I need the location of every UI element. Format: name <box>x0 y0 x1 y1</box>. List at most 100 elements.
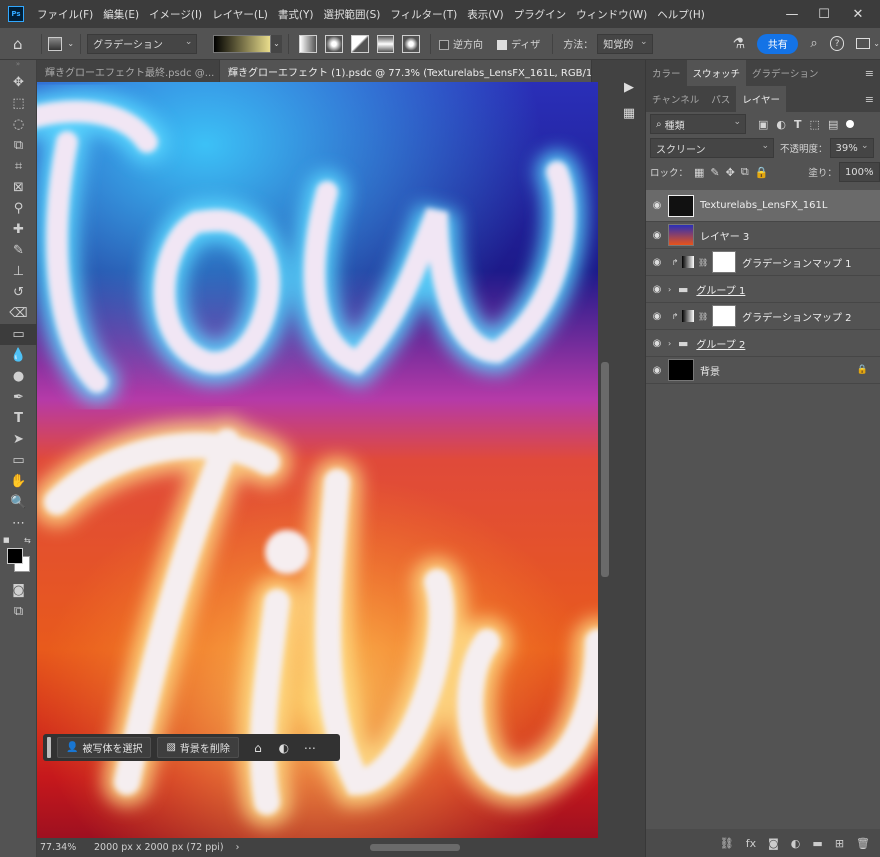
panel-menu-icon[interactable]: ≡ <box>865 93 874 106</box>
document-canvas[interactable] <box>37 82 598 838</box>
search-icon[interactable]: ⌕ <box>810 36 817 51</box>
workspace-icon[interactable] <box>856 38 871 49</box>
adjustment-icon[interactable]: ◐ <box>271 737 297 758</box>
marquee-tool-icon[interactable]: ⬚ <box>0 93 37 114</box>
menu-edit[interactable]: 編集(E) <box>98 7 144 22</box>
more-tools-icon[interactable]: ⋯ <box>0 513 37 534</box>
filter-toggle-icon[interactable] <box>846 120 855 128</box>
shape-filter-icon[interactable]: ⬚ <box>810 118 820 131</box>
pen-tool-icon[interactable]: ✒ <box>0 387 37 408</box>
eye-icon[interactable]: ◉ <box>646 338 668 349</box>
eye-icon[interactable]: ◉ <box>646 284 668 295</box>
status-menu-arrow[interactable]: › <box>236 842 240 853</box>
hand-tool-icon[interactable]: ✋ <box>0 471 37 492</box>
eye-icon[interactable]: ◉ <box>646 365 668 376</box>
eye-icon[interactable]: ◉ <box>646 311 668 322</box>
new-group-icon[interactable]: ▬ <box>812 837 822 850</box>
fx-icon[interactable]: fx <box>746 837 756 850</box>
tab-swatches[interactable]: スウォッチ <box>686 60 747 86</box>
lock-position-icon[interactable]: ✥ <box>726 166 735 179</box>
type-filter-icon[interactable]: T <box>794 118 802 131</box>
add-mask-icon[interactable]: ◙ <box>768 837 779 850</box>
eraser-tool-icon[interactable]: ⌫ <box>0 303 37 324</box>
layer-row[interactable]: ◉ › ▬ グループ 1 <box>646 276 880 303</box>
object-select-tool-icon[interactable]: ⧉ <box>0 135 37 156</box>
blur-tool-icon[interactable]: 💧 <box>0 345 37 366</box>
pixel-filter-icon[interactable]: ▣ <box>758 118 768 131</box>
fill-field[interactable]: 100% ⌄ <box>838 162 880 182</box>
lock-all-icon[interactable]: 🔒 <box>755 166 769 179</box>
chevron-right-icon[interactable]: › <box>668 285 678 294</box>
opacity-field[interactable]: 39% ⌄ <box>829 138 874 158</box>
frame-tool-icon[interactable]: ⊠ <box>0 177 37 198</box>
home-icon[interactable]: ⌂ <box>0 35 35 53</box>
layer-row[interactable]: ◉ Texturelabs_LensFX_161L <box>646 190 880 222</box>
diamond-gradient-button[interactable] <box>402 34 420 53</box>
blend-mode-dropdown[interactable]: スクリーン ⌄ <box>650 138 774 158</box>
reflected-gradient-button[interactable] <box>376 34 395 53</box>
clone-stamp-tool-icon[interactable]: ⊥ <box>0 261 37 282</box>
adjustment-layer-icon[interactable]: ◐ <box>791 837 801 850</box>
lasso-tool-icon[interactable]: ◌ <box>0 114 37 135</box>
tool-preset-picker[interactable]: ⌄ <box>48 36 74 51</box>
menu-view[interactable]: 表示(V) <box>462 7 508 22</box>
tab-document-1[interactable]: 輝きグローエフェクト最終.psdc @... ✕ <box>37 60 220 82</box>
gradient-preview-swatch[interactable] <box>213 34 271 53</box>
eyedropper-tool-icon[interactable]: ⚲ <box>0 198 37 219</box>
link-layers-icon[interactable]: ⛓ <box>720 837 734 850</box>
select-subject-button[interactable]: 👤 被写体を選択 <box>57 737 152 758</box>
layer-row[interactable]: ◉ ↱ ⛓ グラデーションマップ 1 <box>646 249 880 276</box>
menu-select[interactable]: 選択範囲(S) <box>319 7 386 22</box>
quick-mask-icon[interactable]: ◙ <box>0 580 37 601</box>
eye-icon[interactable]: ◉ <box>646 230 668 241</box>
tab-color[interactable]: カラー <box>646 60 687 86</box>
menu-file[interactable]: ファイル(F) <box>32 7 98 22</box>
move-tool-icon[interactable]: ✥ <box>0 72 37 93</box>
menu-window[interactable]: ウィンドウ(W) <box>571 7 652 22</box>
help-icon[interactable]: ? <box>829 36 845 51</box>
adjustment-filter-icon[interactable]: ◐ <box>776 118 786 131</box>
image-panel-icon[interactable]: ▦ <box>612 100 646 126</box>
dodge-tool-icon[interactable]: ● <box>0 366 37 387</box>
method-dropdown[interactable]: 知覚的 ⌄ <box>597 33 653 54</box>
gradient-type-dropdown[interactable]: グラデーション ⌄ <box>87 33 198 54</box>
chevron-right-icon[interactable]: › <box>668 339 678 348</box>
lock-transparent-icon[interactable]: ▦ <box>694 166 704 179</box>
scrollbar-thumb[interactable] <box>370 844 460 851</box>
type-tool-icon[interactable]: T <box>0 408 37 429</box>
history-brush-tool-icon[interactable]: ↺ <box>0 282 37 303</box>
default-colors-icon[interactable]: ■ <box>3 536 10 544</box>
chevron-down-icon[interactable]: ⌄ <box>873 39 880 48</box>
horizontal-scrollbar[interactable] <box>340 842 570 852</box>
play-icon[interactable]: ▶ <box>612 74 646 100</box>
tab-gradients[interactable]: グラデーション <box>746 60 824 86</box>
transform-icon[interactable]: ⌂ <box>245 737 271 758</box>
trash-icon[interactable]: 🗑 <box>856 837 870 850</box>
screen-mode-icon[interactable]: ⧉ <box>0 601 37 622</box>
close-icon[interactable]: ✕ <box>842 0 874 28</box>
smart-object-filter-icon[interactable]: ▤ <box>828 118 838 131</box>
tab-paths[interactable]: パス <box>705 86 736 112</box>
lock-paint-icon[interactable]: ✎ <box>710 166 719 179</box>
menu-layer[interactable]: レイヤー(L) <box>207 7 273 22</box>
layer-filter-dropdown[interactable]: ⌕ 種類 ⌄ <box>650 114 746 134</box>
menu-help[interactable]: ヘルプ(H) <box>652 7 710 22</box>
menu-image[interactable]: イメージ(I) <box>144 7 207 22</box>
tab-layers[interactable]: レイヤー <box>736 86 786 112</box>
collapse-icon[interactable]: » <box>0 60 36 72</box>
menu-type[interactable]: 書式(Y) <box>273 7 319 22</box>
radial-gradient-button[interactable] <box>325 34 343 53</box>
more-options-icon[interactable]: ⋯ <box>297 737 323 758</box>
zoom-tool-icon[interactable]: 🔍 <box>0 492 37 513</box>
angle-gradient-button[interactable] <box>350 34 369 53</box>
vertical-scrollbar[interactable] <box>598 82 612 838</box>
dither-checkbox[interactable]: ディザ <box>496 36 540 51</box>
path-select-tool-icon[interactable]: ➤ <box>0 429 37 450</box>
maximize-icon[interactable]: ☐ <box>808 0 840 28</box>
layer-row[interactable]: ◉ 背景 🔒 <box>646 357 880 384</box>
reverse-checkbox[interactable]: 逆方向 <box>438 36 483 51</box>
tab-channels[interactable]: チャンネル <box>646 86 705 112</box>
healing-brush-tool-icon[interactable]: ✚ <box>0 219 37 240</box>
eye-icon[interactable]: ◉ <box>646 200 668 211</box>
menu-filter[interactable]: フィルター(T) <box>385 7 462 22</box>
